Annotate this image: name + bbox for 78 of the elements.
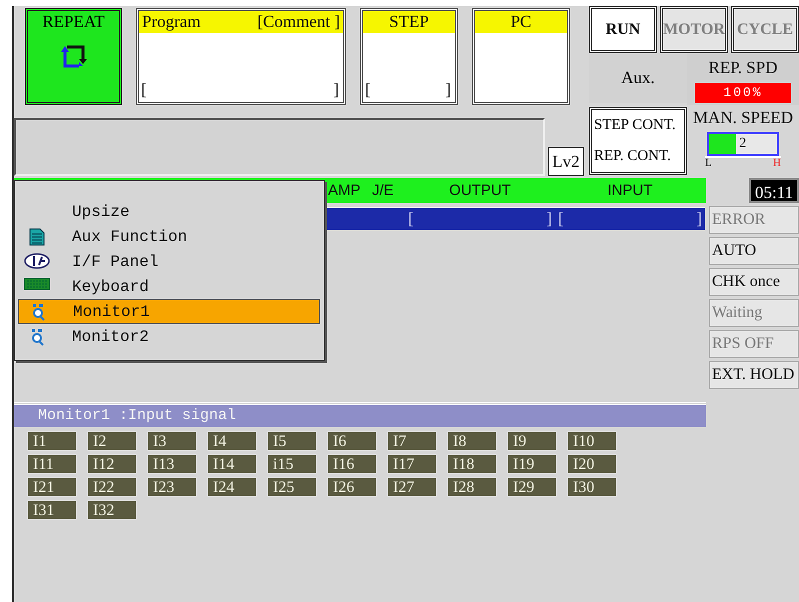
signal-indicator: I14 (207, 454, 257, 474)
bracket: [ (558, 208, 564, 230)
menu-item[interactable]: Upsize (18, 199, 320, 224)
level-indicator: Lv2 (548, 147, 584, 176)
signal-indicator: I19 (507, 454, 557, 474)
bracket: ] (696, 208, 702, 230)
magnifier-icon (30, 328, 44, 346)
signal-indicator: I12 (87, 454, 137, 474)
signal-indicator: I17 (387, 454, 437, 474)
signal-indicator: I2 (87, 431, 137, 451)
signal-indicator: I16 (327, 454, 377, 474)
signal-indicator: I6 (327, 431, 377, 451)
gauge-value: 2 (738, 135, 746, 153)
status-indicator: RPS OFF (709, 330, 799, 358)
bracket: [ (365, 78, 371, 100)
bracket: [ (141, 78, 147, 100)
column-header: OUTPUT (448, 181, 512, 201)
status-indicator: CHK once (709, 268, 799, 296)
signal-indicator: I21 (27, 477, 77, 497)
bracket: ] (333, 78, 339, 100)
oval-badge-icon (24, 252, 50, 268)
signal-indicator: I27 (387, 477, 437, 497)
signal-indicator: I30 (567, 477, 617, 497)
bracket: [ (408, 208, 414, 230)
state-button[interactable]: RUN (589, 6, 657, 53)
signal-indicator: I31 (27, 500, 77, 520)
program-label: Program (142, 11, 201, 33)
menu-item[interactable]: I/F Panel (18, 249, 320, 274)
menu-item[interactable]: Keyboard (18, 274, 320, 299)
magnifier-icon (31, 302, 45, 320)
signal-indicator: I8 (447, 431, 497, 451)
menu-item[interactable]: Monitor1 (18, 299, 320, 324)
menu-item[interactable]: Aux Function (18, 224, 320, 249)
bracket: ] (546, 208, 552, 230)
repeat-button[interactable]: REPEAT (25, 8, 122, 105)
high-label: H (773, 158, 781, 169)
aux-button[interactable]: Aux. (589, 53, 687, 103)
signal-indicator: I18 (447, 454, 497, 474)
signal-indicator: I29 (507, 477, 557, 497)
low-label: L (705, 158, 712, 169)
signal-indicator: I28 (447, 477, 497, 497)
status-indicator: ERROR (709, 206, 799, 234)
pc-label: PC (510, 11, 532, 33)
status-indicator: EXT. HOLD (709, 361, 799, 389)
signal-indicator: I24 (207, 477, 257, 497)
signal-indicator: I3 (147, 431, 197, 451)
signal-indicator: I5 (267, 431, 317, 451)
bracket: ] (445, 78, 451, 100)
continuation-button[interactable]: STEP CONT. REP. CONT. (589, 106, 687, 174)
keyboard-icon (24, 278, 50, 290)
signal-indicator: I7 (387, 431, 437, 451)
signal-indicator: i15 (267, 454, 317, 474)
signal-indicator: I1 (27, 431, 77, 451)
signal-indicator: I26 (327, 477, 377, 497)
rep-speed-label: REP. SPD (708, 57, 778, 79)
signal-indicator: I4 (207, 431, 257, 451)
signal-indicator: I11 (27, 454, 77, 474)
clock: 05:11 (749, 178, 799, 203)
column-header: J/E (372, 181, 395, 201)
menu-item[interactable]: Monitor2 (18, 324, 320, 349)
signal-indicator: I9 (507, 431, 557, 451)
signal-indicator: I10 (567, 431, 617, 451)
signal-indicator: I20 (567, 454, 617, 474)
man-speed-label: MAN. SPEED (692, 106, 794, 128)
signal-indicator: I22 (87, 477, 137, 497)
signal-indicator: I13 (147, 454, 197, 474)
document-icon (29, 228, 45, 246)
rep-speed-value: 100% (695, 82, 791, 102)
status-indicator: AUTO (709, 237, 799, 265)
step-label: STEP (389, 11, 429, 33)
status-indicator: Waiting (709, 299, 799, 327)
signal-indicator: I32 (87, 500, 137, 520)
column-header: AMP (328, 181, 362, 201)
column-header: INPUT (606, 181, 654, 201)
monitor-title: Monitor1 :Input signal (14, 405, 706, 427)
signal-indicator: I23 (147, 477, 197, 497)
comment-label: [Comment ] (257, 11, 340, 33)
signal-indicator: I25 (267, 477, 317, 497)
